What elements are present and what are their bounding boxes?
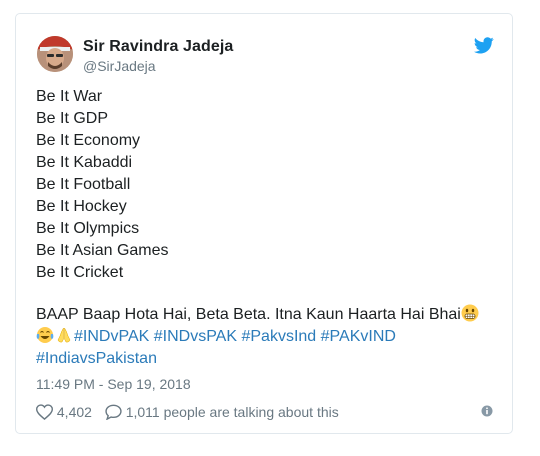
grimacing-face-emoji [461,304,479,322]
like-button[interactable]: 4,402 [35,404,92,421]
tweet-actions: 4,402 1,011 people are talking about thi… [35,403,339,423]
tweet-line: Be It Olympics [36,220,140,237]
folded-hands-emoji [57,327,71,343]
reply-button[interactable]: 1,011 people are talking about this [105,404,339,421]
like-count: 4,402 [56,404,92,421]
hashtag-link[interactable]: #IndiavsPakistan [36,350,157,367]
tweet-line: Be It Economy [36,132,141,149]
tears-of-joy-emoji [36,327,54,343]
tweet-line: Be It War [36,88,103,105]
hashtag-link[interactable]: #INDvsPAK [154,328,237,345]
avatar-image [37,36,73,72]
avatar[interactable] [37,36,73,72]
tweet-lines: Be It War Be It GDP Be It Economy Be It … [36,86,506,284]
twitter-bird-icon[interactable] [474,37,494,54]
tweet-closing-paragraph: BAAP Baap Hota Hai, Beta Beta. Itna Kaun… [36,304,506,370]
talking-count: 1,011 people are talking about this [125,404,339,421]
hashtag-link[interactable]: #PAKvIND [321,328,396,345]
tweet-line: Be It Asian Games [36,242,169,259]
tweet-line: Be It Hockey [36,198,127,215]
author-handle[interactable]: @SirJadeja [83,58,156,74]
tweet-line: Be It Kabaddi [36,154,133,171]
tweet-line: Be It GDP [36,110,109,127]
hashtag-link[interactable]: #INDvPAK [74,328,149,345]
heart-icon [35,404,54,421]
speech-bubble-icon [105,404,122,421]
tweet-line: Be It Cricket [36,264,124,281]
hashtag-link[interactable]: #PakvsInd [241,328,316,345]
tweet-card: Sir Ravindra Jadeja @SirJadeja Be It War… [15,13,513,434]
info-icon[interactable] [481,405,493,417]
author-name[interactable]: Sir Ravindra Jadeja [83,38,233,56]
tweet-timestamp[interactable]: 11:49 PM - Sep 19, 2018 [36,376,191,392]
closing-text: BAAP Baap Hota Hai, Beta Beta. Itna Kaun… [36,306,461,323]
tweet-line: Be It Football [36,176,131,193]
